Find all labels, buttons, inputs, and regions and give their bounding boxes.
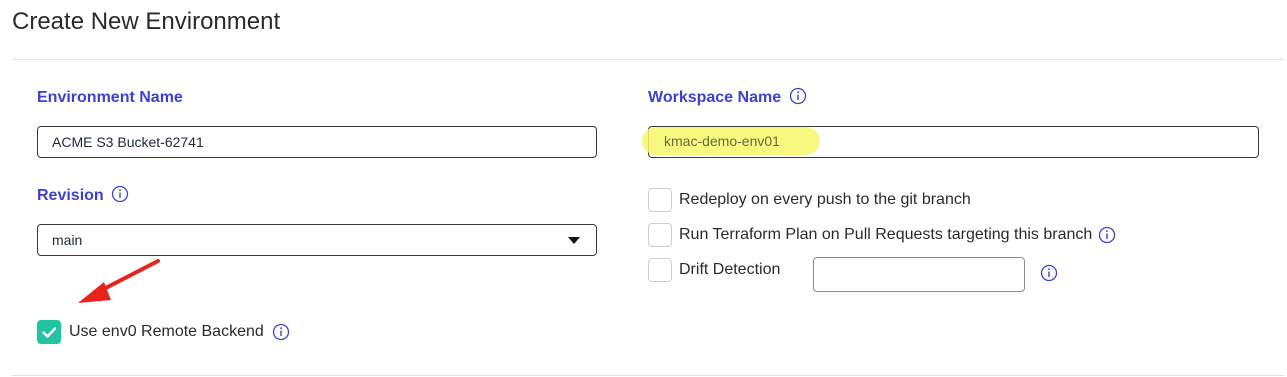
remote-backend-checkbox[interactable] [37, 320, 61, 344]
workspace-name-value: kmac-demo-env01 [664, 133, 780, 149]
redeploy-checkbox[interactable] [648, 188, 672, 212]
info-icon[interactable] [111, 185, 129, 203]
remote-backend-label: Use env0 Remote Backend [69, 323, 290, 341]
checkmark-icon [42, 327, 57, 338]
revision-label-text: Revision [37, 187, 104, 204]
drift-detection-checkbox[interactable] [648, 258, 672, 282]
page-title: Create New Environment [12, 8, 281, 35]
revision-select[interactable]: main [37, 224, 597, 256]
environment-name-label: Environment Name [37, 89, 183, 107]
run-plan-checkbox[interactable] [648, 223, 672, 247]
revision-label: Revision [37, 185, 129, 205]
run-plan-label-text: Run Terraform Plan on Pull Requests targ… [679, 226, 1093, 243]
redeploy-label: Redeploy on every push to the git branch [679, 191, 971, 209]
workspace-name-label: Workspace Name [648, 87, 807, 107]
chevron-down-icon [568, 237, 580, 244]
info-icon[interactable] [1098, 226, 1116, 244]
environment-name-label-text: Environment Name [37, 89, 183, 106]
drift-detection-label: Drift Detection [679, 261, 780, 279]
remote-backend-label-text: Use env0 Remote Backend [69, 323, 264, 340]
workspace-name-label-text: Workspace Name [648, 89, 782, 106]
info-icon[interactable] [789, 87, 807, 105]
revision-select-value: main [52, 232, 83, 248]
footer-divider [12, 375, 1284, 376]
drift-detection-label-text: Drift Detection [679, 261, 781, 278]
arrow-annotation-icon [78, 259, 160, 303]
environment-name-input[interactable]: ACME S3 Bucket-62741 [37, 126, 597, 158]
redeploy-label-text: Redeploy on every push to the git branch [679, 191, 971, 208]
header-divider [12, 59, 1284, 60]
info-icon[interactable] [1040, 264, 1058, 282]
info-icon[interactable] [272, 323, 290, 341]
drift-detection-input[interactable] [813, 257, 1025, 292]
run-plan-label: Run Terraform Plan on Pull Requests targ… [679, 226, 1116, 244]
